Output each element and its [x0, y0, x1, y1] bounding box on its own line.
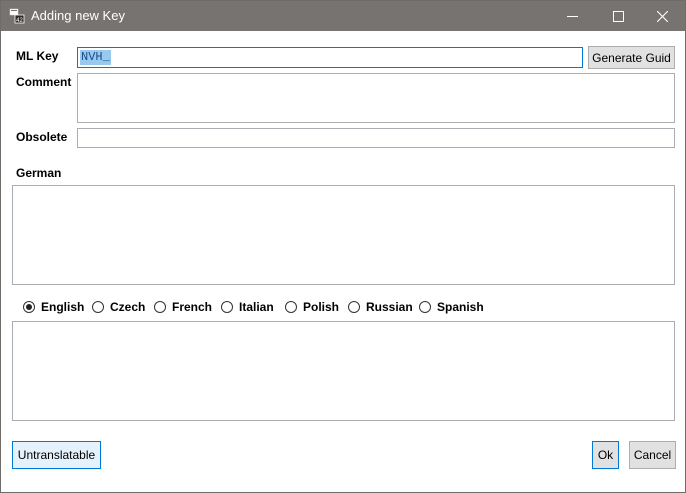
radio-english-label: English — [41, 300, 85, 314]
radio-polish-label: Polish — [303, 300, 340, 314]
comment-label: Comment — [16, 75, 72, 89]
ml-key-value: NVH_ — [80, 50, 111, 65]
radio-unchecked-icon — [285, 301, 297, 313]
radio-russian-label: Russian — [366, 300, 413, 314]
maximize-icon — [612, 10, 624, 22]
radio-spanish-label: Spanish — [437, 300, 484, 314]
ml-key-input[interactable]: NVH_ — [77, 47, 583, 68]
close-button[interactable] — [639, 1, 685, 31]
title-bar[interactable]: 42 Adding new Key — [1, 1, 685, 31]
german-label: German — [16, 166, 62, 180]
radio-checked-icon — [23, 301, 35, 313]
cancel-button[interactable]: Cancel — [629, 441, 676, 469]
radio-russian[interactable]: Russian — [348, 300, 413, 314]
comment-textarea[interactable] — [77, 73, 675, 123]
window-title: Adding new Key — [31, 8, 125, 23]
translation-textarea[interactable] — [12, 321, 675, 421]
minimize-button[interactable] — [549, 1, 595, 31]
ok-button[interactable]: Ok — [592, 441, 619, 469]
radio-spanish[interactable]: Spanish — [419, 300, 484, 314]
german-textarea[interactable] — [12, 185, 675, 285]
generate-guid-button[interactable]: Generate Guid — [588, 46, 675, 69]
radio-czech[interactable]: Czech — [92, 300, 145, 314]
dialog-window: 42 Adding new Key ML Key NVH_ Generate G… — [0, 0, 686, 493]
radio-french-label: French — [172, 300, 213, 314]
radio-unchecked-icon — [154, 301, 166, 313]
maximize-button[interactable] — [595, 1, 641, 31]
app-resource-icon: 42 — [9, 8, 25, 24]
radio-unchecked-icon — [348, 301, 360, 313]
obsolete-input[interactable] — [77, 128, 675, 148]
radio-unchecked-icon — [221, 301, 233, 313]
close-icon — [656, 10, 668, 22]
radio-italian-label: Italian — [239, 300, 274, 314]
radio-french[interactable]: French — [154, 300, 212, 314]
radio-unchecked-icon — [92, 301, 104, 313]
radio-english[interactable]: English — [23, 300, 84, 314]
svg-text:42: 42 — [16, 18, 23, 24]
minimize-icon — [566, 15, 578, 17]
radio-czech-label: Czech — [110, 300, 146, 314]
untranslatable-button[interactable]: Untranslatable — [12, 441, 101, 469]
radio-polish[interactable]: Polish — [285, 300, 339, 314]
obsolete-label: Obsolete — [16, 130, 68, 144]
ml-key-label: ML Key — [16, 49, 59, 63]
radio-unchecked-icon — [419, 301, 431, 313]
radio-italian[interactable]: Italian — [221, 300, 274, 314]
